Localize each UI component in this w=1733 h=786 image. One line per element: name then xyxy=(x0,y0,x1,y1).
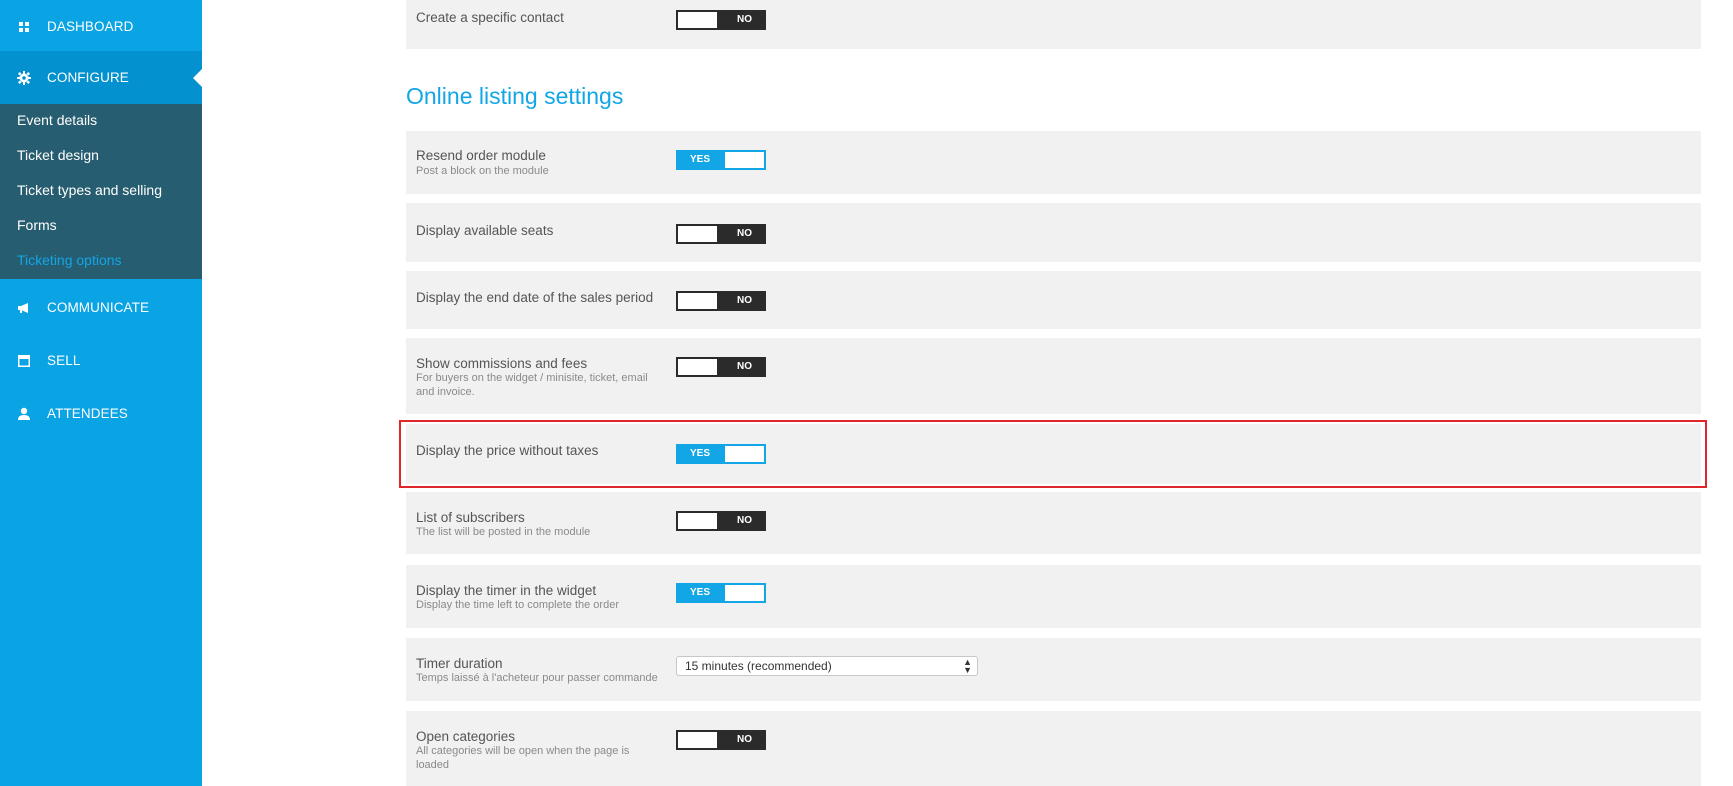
setting-label: Display available seats xyxy=(416,223,554,238)
main-content: Create a specific contact NO Online list… xyxy=(406,0,1701,786)
toggle-state: NO xyxy=(737,361,752,372)
setting-label: Timer duration xyxy=(416,656,503,671)
toggle-knob xyxy=(678,732,717,748)
setting-description: All categories will be open when the pag… xyxy=(416,745,630,771)
submenu-ticket-design[interactable]: Ticket design xyxy=(17,147,99,163)
toggle-knob xyxy=(725,446,764,462)
toggle-state: YES xyxy=(690,154,711,165)
setting-description: Post a block on the module xyxy=(416,165,549,177)
setting-row-available-seats: Display available seats NO xyxy=(406,203,1701,262)
setting-label: Display the end date of the sales period xyxy=(416,290,654,305)
submenu-ticket-types[interactable]: Ticket types and selling xyxy=(17,182,162,198)
toggle-knob xyxy=(678,513,717,529)
submenu-ticketing-options[interactable]: Ticketing options xyxy=(17,252,122,268)
setting-label: List of subscribers xyxy=(416,510,525,525)
select-arrows-icon: ▲ ▼ xyxy=(963,657,972,675)
toggle-knob xyxy=(678,12,717,28)
setting-row-open-categories: Open categories All categories will be o… xyxy=(406,711,1701,786)
toggle-end-date[interactable]: NO xyxy=(676,291,766,311)
person-icon xyxy=(17,407,31,421)
setting-description: The list will be posted in the module xyxy=(416,526,591,538)
toggle-price-without-taxes[interactable]: YES xyxy=(676,444,766,464)
setting-row-end-date: Display the end date of the sales period… xyxy=(406,271,1701,329)
setting-label: Create a specific contact xyxy=(416,10,564,25)
toggle-state: NO xyxy=(737,295,752,306)
nav-communicate[interactable]: COMMUNICATE xyxy=(0,281,202,334)
configure-submenu: Event details Ticket design Ticket types… xyxy=(0,104,202,279)
toggle-state: YES xyxy=(690,587,711,598)
setting-row-timer-duration: Timer duration Temps laissé à l'acheteur… xyxy=(406,638,1701,701)
nav-attendees-label: ATTENDEES xyxy=(47,406,128,421)
toggle-state: NO xyxy=(737,734,752,745)
select-value: 15 minutes (recommended) xyxy=(685,659,832,673)
section-title: Online listing settings xyxy=(406,83,624,109)
toggle-knob xyxy=(678,359,717,375)
nav-sell-label: SELL xyxy=(47,353,81,368)
toggle-knob xyxy=(725,585,764,601)
toggle-available-seats[interactable]: NO xyxy=(676,224,766,244)
nav-configure-label: CONFIGURE xyxy=(47,70,129,85)
nav-configure[interactable]: CONFIGURE xyxy=(0,51,202,104)
setting-row-commissions: Show commissions and fees For buyers on … xyxy=(406,338,1701,414)
grid-icon xyxy=(17,20,31,34)
setting-row-price-without-taxes: Display the price without taxes YES xyxy=(406,424,1701,484)
timer-duration-select[interactable]: 15 minutes (recommended) ▲ ▼ xyxy=(676,656,978,676)
gear-icon xyxy=(17,70,31,85)
toggle-knob xyxy=(678,293,717,309)
toggle-resend-order[interactable]: YES xyxy=(676,150,766,170)
store-icon xyxy=(17,354,31,368)
toggle-knob xyxy=(678,226,717,242)
toggle-state: NO xyxy=(737,14,752,25)
megaphone-icon xyxy=(17,301,31,315)
toggle-subscribers[interactable]: NO xyxy=(676,511,766,531)
sidebar: DASHBOARD CONFIGURE Event details Ticket… xyxy=(0,0,202,786)
submenu-forms[interactable]: Forms xyxy=(17,217,57,233)
setting-row-timer-widget: Display the timer in the widget Display … xyxy=(406,565,1701,628)
nav-dashboard-label: DASHBOARD xyxy=(47,19,134,34)
setting-label: Display the price without taxes xyxy=(416,443,599,458)
setting-label: Open categories xyxy=(416,729,516,744)
setting-description: For buyers on the widget / minisite, tic… xyxy=(416,372,648,398)
nav-dashboard[interactable]: DASHBOARD xyxy=(0,0,202,53)
setting-description: Display the time left to complete the or… xyxy=(416,599,619,611)
toggle-create-contact[interactable]: NO xyxy=(676,10,766,30)
setting-label: Resend order module xyxy=(416,148,546,163)
toggle-knob xyxy=(725,152,764,168)
toggle-state: YES xyxy=(690,448,711,459)
setting-row-subscribers: List of subscribers The list will be pos… xyxy=(406,492,1701,554)
setting-row-create-contact: Create a specific contact NO xyxy=(406,0,1701,49)
setting-row-resend-order: Resend order module Post a block on the … xyxy=(406,131,1701,194)
toggle-state: NO xyxy=(737,228,752,239)
setting-label: Show commissions and fees xyxy=(416,356,588,371)
toggle-commissions[interactable]: NO xyxy=(676,357,766,377)
nav-communicate-label: COMMUNICATE xyxy=(47,300,150,315)
toggle-state: NO xyxy=(737,515,752,526)
toggle-timer-widget[interactable]: YES xyxy=(676,583,766,603)
toggle-open-categories[interactable]: NO xyxy=(676,730,766,750)
setting-label: Display the timer in the widget xyxy=(416,583,597,598)
submenu-event-details[interactable]: Event details xyxy=(17,112,97,128)
nav-sell[interactable]: SELL xyxy=(0,334,202,387)
setting-description: Temps laissé à l'acheteur pour passer co… xyxy=(416,672,658,684)
nav-attendees[interactable]: ATTENDEES xyxy=(0,387,202,440)
